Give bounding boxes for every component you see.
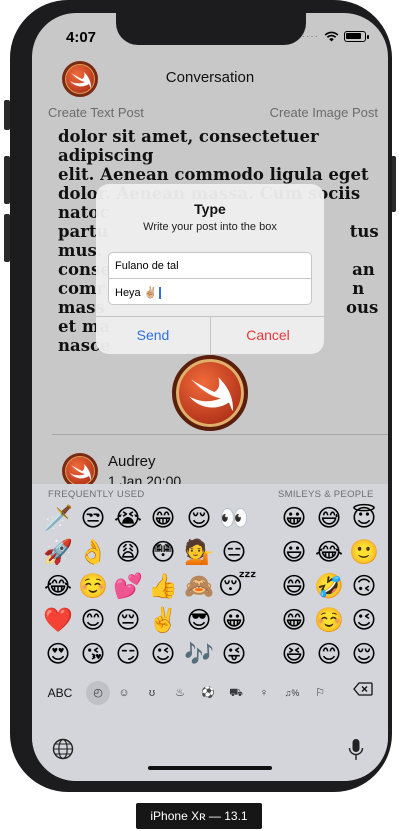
device-caption: iPhone Xʀ — 13.1 bbox=[136, 803, 262, 829]
bulb-icon[interactable]: ♀ bbox=[254, 678, 274, 708]
emoji-key[interactable]: 😂 bbox=[313, 536, 345, 568]
post-field[interactable]: Heya ✌🏼 bbox=[108, 278, 312, 305]
status-icons: ···· bbox=[301, 31, 369, 42]
emoji-key[interactable]: 😊 bbox=[77, 604, 109, 636]
emoji-key[interactable]: 😃 bbox=[278, 536, 310, 568]
delete-key[interactable] bbox=[350, 678, 376, 708]
emoji-key[interactable]: ☺️ bbox=[77, 570, 109, 602]
swift-bird-icon bbox=[70, 464, 91, 480]
emoji-key[interactable]: 😭 bbox=[112, 502, 144, 534]
emoji-key[interactable]: 😌 bbox=[183, 502, 215, 534]
emoji-key[interactable]: 🙈 bbox=[183, 570, 215, 602]
battery-icon bbox=[344, 31, 369, 42]
wifi-icon bbox=[324, 31, 339, 42]
post-image-logo bbox=[172, 355, 248, 431]
emoji-key[interactable]: 👌 bbox=[77, 536, 109, 568]
emoji-key[interactable]: 😄 bbox=[278, 570, 310, 602]
emoji-key[interactable]: 😔 bbox=[112, 604, 144, 636]
food-icon[interactable]: ♨ bbox=[170, 678, 190, 708]
emoji-key[interactable]: 😀 bbox=[218, 604, 250, 636]
nav-title: Conversation bbox=[165, 69, 255, 86]
emoji-key[interactable]: 🤣 bbox=[313, 570, 345, 602]
name-field[interactable]: Fulano de tal bbox=[108, 252, 312, 279]
post-field-value: Heya ✌🏼 bbox=[115, 287, 158, 299]
post-alert-dialog: Type Write your post into the box Fulano… bbox=[96, 184, 324, 354]
emoji-key[interactable]: 😁 bbox=[278, 604, 310, 636]
device-frame: 4:07 ···· Conversation Create Text Post … bbox=[10, 0, 392, 792]
emoji-key[interactable]: 💁 bbox=[183, 536, 215, 568]
clock-icon[interactable]: ◴ bbox=[86, 681, 110, 705]
smiley-icon[interactable]: ☺ bbox=[114, 678, 134, 708]
globe-icon[interactable] bbox=[52, 738, 74, 760]
emoji-key[interactable]: 😆 bbox=[278, 638, 310, 670]
send-button[interactable]: Send bbox=[96, 316, 210, 354]
symbols-icon[interactable]: ♫% bbox=[282, 678, 302, 708]
emoji-key[interactable]: 🗡️ bbox=[42, 502, 74, 534]
emoji-key[interactable]: 😩 bbox=[112, 536, 144, 568]
emoji-key[interactable]: 😳 bbox=[147, 536, 179, 568]
create-text-post-button[interactable]: Create Text Post bbox=[48, 105, 144, 120]
emoji-key[interactable]: ☺️ bbox=[313, 604, 345, 636]
alert-message: Write your post into the box bbox=[143, 221, 277, 233]
abc-key[interactable]: ABC bbox=[46, 678, 74, 708]
emoji-key[interactable]: 👍 bbox=[147, 570, 179, 602]
emoji-key[interactable]: 😉 bbox=[147, 638, 179, 670]
emoji-key[interactable]: 😑 bbox=[218, 536, 250, 568]
screen: 4:07 ···· Conversation Create Text Post … bbox=[32, 13, 388, 781]
animal-icon[interactable]: ʊ bbox=[142, 678, 162, 708]
emoji-key[interactable]: 😀 bbox=[278, 502, 310, 534]
backspace-icon bbox=[353, 682, 373, 696]
swift-bird-icon bbox=[189, 377, 234, 411]
emoji-key[interactable]: 😌 bbox=[348, 638, 380, 670]
name-field-value: Fulano de tal bbox=[115, 260, 179, 272]
category-bar: ABC ◴ ☺ ʊ ♨ ⚽ ⛟ ♀ ♫% ⚐ bbox=[32, 678, 388, 708]
microphone-icon[interactable] bbox=[348, 738, 364, 762]
emoji-grid: 🗡️ 😒 😭 😁 😌 👀 🚀 👌 😩 😳 💁 😑 😂 ☺️ 💕 👍 🙈 😴 ❤️ 😊 😔 ✌️ 😎 😀 😍 😘 😏 😉 🎶 😜 😀 😅 😇 😃 😂 🙂… bbox=[32, 502, 388, 677]
emoji-key[interactable]: ✌️ bbox=[147, 604, 179, 636]
post-line: dolor sit amet, consectetuer adipiscing bbox=[58, 127, 319, 165]
emoji-key[interactable]: 😉 bbox=[348, 604, 380, 636]
emoji-key[interactable]: 😊 bbox=[313, 638, 345, 670]
emoji-keyboard: FREQUENTLY USED SMILEYS & PEOPLE 🗡️ 😒 😭 😁 😌 👀… bbox=[32, 484, 388, 781]
emoji-key[interactable]: 😅 bbox=[313, 502, 345, 534]
emoji-key[interactable]: 😘 bbox=[77, 638, 109, 670]
emoji-key[interactable]: 😜 bbox=[218, 638, 250, 670]
emoji-key[interactable]: 💕 bbox=[112, 570, 144, 602]
emoji-key[interactable]: 😂 bbox=[42, 570, 74, 602]
emoji-key[interactable]: 🎶 bbox=[183, 638, 215, 670]
comment-author: Audrey bbox=[108, 453, 156, 470]
category-label-smileys: SMILEYS & PEOPLE bbox=[278, 489, 374, 500]
emoji-key[interactable]: 🙂 bbox=[348, 536, 380, 568]
emoji-key[interactable]: 🙃 bbox=[348, 570, 380, 602]
notch bbox=[116, 13, 306, 45]
home-indicator bbox=[148, 766, 272, 770]
status-time: 4:07 bbox=[66, 29, 97, 46]
emoji-key[interactable]: 😍 bbox=[42, 638, 74, 670]
cancel-button[interactable]: Cancel bbox=[211, 316, 324, 354]
create-image-post-button[interactable]: Create Image Post bbox=[270, 105, 378, 120]
ball-icon[interactable]: ⚽ bbox=[198, 678, 218, 708]
emoji-key[interactable]: 😒 bbox=[77, 502, 109, 534]
emoji-key[interactable]: 👀 bbox=[218, 502, 250, 534]
emoji-key[interactable]: 😇 bbox=[348, 502, 380, 534]
emoji-key[interactable]: ❤️ bbox=[42, 604, 74, 636]
text-caret bbox=[159, 287, 161, 300]
post-line: elit. Aenean commodo ligula eget bbox=[58, 165, 369, 184]
emoji-key[interactable]: 😁 bbox=[147, 502, 179, 534]
stage: 4:07 ···· Conversation Create Text Post … bbox=[0, 0, 400, 831]
category-label-frequent: FREQUENTLY USED bbox=[48, 489, 145, 500]
emoji-key[interactable]: 🚀 bbox=[42, 536, 74, 568]
emoji-key[interactable]: 😏 bbox=[112, 638, 144, 670]
divider bbox=[52, 434, 388, 435]
alert-title: Type bbox=[194, 201, 226, 217]
car-icon[interactable]: ⛟ bbox=[226, 678, 246, 708]
emoji-key[interactable]: 😴 bbox=[218, 570, 257, 602]
emoji-key[interactable]: 😎 bbox=[183, 604, 215, 636]
flag-icon[interactable]: ⚐ bbox=[310, 678, 330, 708]
signal-icon: ···· bbox=[301, 31, 319, 42]
